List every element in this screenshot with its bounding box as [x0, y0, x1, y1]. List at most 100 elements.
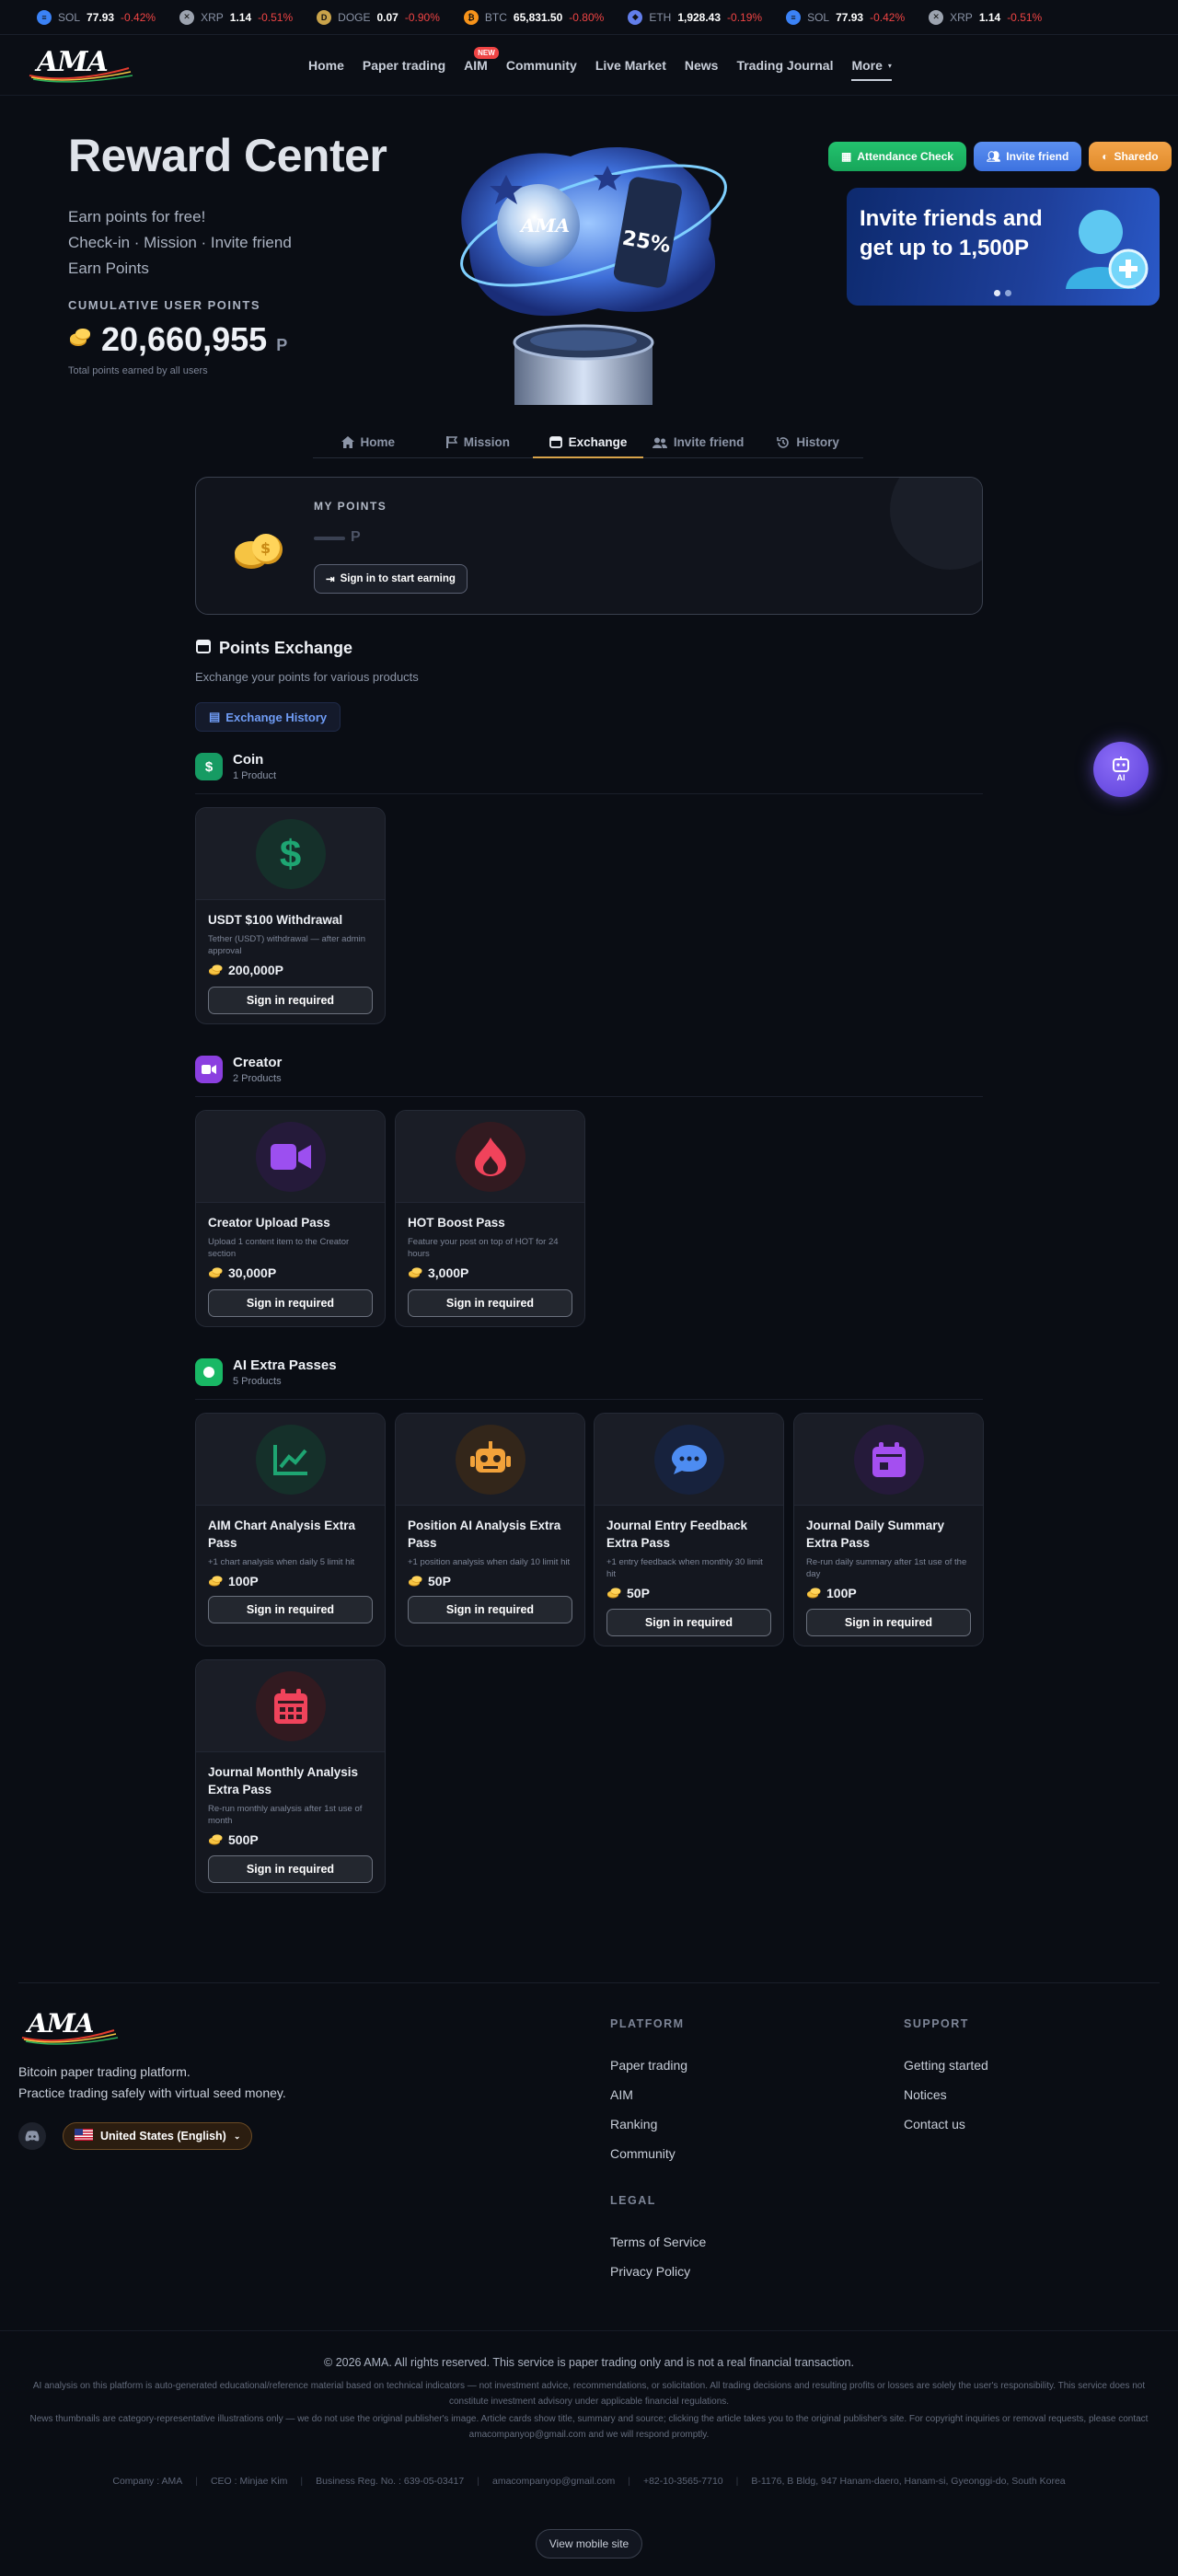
ticker-price: 1.14	[978, 10, 1001, 24]
footer-link-privacy-policy[interactable]: Privacy Policy	[610, 2264, 690, 2279]
product-price: 100P	[806, 1586, 971, 1600]
footer-legal-heading: LEGAL	[610, 2194, 656, 2207]
ticker-item[interactable]: ₿ BTC 65,831.50 -0.80%	[463, 9, 604, 25]
company-info-item: Company : AMA	[112, 2476, 183, 2487]
ai-assistant-label: AI	[1116, 773, 1126, 782]
nav-community[interactable]: Community	[506, 58, 577, 73]
product-card-position-ai[interactable]: Position AI Analysis Extra Pass +1 posit…	[395, 1413, 585, 1646]
tab-invite-friend[interactable]: Invite friend	[643, 427, 754, 457]
sign-in-button[interactable]: ⇥ Sign in to start earning	[314, 564, 468, 594]
ticker-item[interactable]: ≡ SOL 77.93 -0.42%	[37, 9, 156, 25]
ai-assistant-button[interactable]: AI	[1093, 742, 1149, 797]
nav-more[interactable]: More ▾	[851, 58, 892, 81]
ticker-price: 77.93	[836, 10, 864, 24]
calendar-grid-icon	[255, 1670, 326, 1741]
sign-in-required-button[interactable]: Sign in required	[408, 1596, 572, 1623]
view-mobile-site-button[interactable]: View mobile site	[536, 2529, 642, 2559]
footer-logo-text: AMA	[28, 2008, 94, 2039]
points-exchange-subtitle: Exchange your points for various product…	[195, 670, 419, 684]
eth-icon: ◆	[628, 9, 643, 25]
ticker-item[interactable]: ≡ SOL 77.93 -0.42%	[786, 9, 905, 25]
invite-friend-button[interactable]: 👥︎ Invite friend	[974, 142, 1082, 171]
footer-link-contact-us[interactable]: Contact us	[904, 2117, 965, 2131]
footer-link-paper-trading[interactable]: Paper trading	[610, 2058, 687, 2073]
xrp-icon: ✕	[929, 9, 944, 25]
footer-link-getting-started[interactable]: Getting started	[904, 2058, 988, 2073]
my-points-unit: P	[351, 529, 361, 545]
exchange-history-button[interactable]: ▤ Exchange History	[195, 702, 341, 732]
tab-mission[interactable]: Mission	[423, 427, 534, 457]
sol-icon: ≡	[37, 9, 52, 25]
nav-news[interactable]: News	[685, 58, 719, 73]
nav-trading-journal[interactable]: Trading Journal	[736, 58, 833, 73]
product-card-journal-entry[interactable]: Journal Entry Feedback Extra Pass +1 ent…	[594, 1413, 784, 1646]
banner-pagination[interactable]	[994, 290, 1011, 296]
store-icon	[549, 436, 562, 448]
footer-bottom-divider	[0, 2330, 1178, 2331]
product-title: Position AI Analysis Extra Pass	[408, 1519, 561, 1550]
footer-link-aim[interactable]: AIM	[610, 2087, 633, 2102]
ama-logo[interactable]: AMA	[26, 46, 134, 85]
footer-link-community[interactable]: Community	[610, 2146, 676, 2161]
card-decoration	[890, 478, 982, 570]
sharedo-button[interactable]: ◐ Sharedo	[1089, 142, 1172, 171]
attendance-check-button[interactable]: ▦ Attendance Check	[828, 142, 967, 171]
footer-link-notices[interactable]: Notices	[904, 2087, 947, 2102]
sign-in-required-button[interactable]: Sign in required	[208, 1289, 373, 1317]
product-card-journal-daily[interactable]: Journal Daily Summary Extra Pass Re-run …	[793, 1413, 984, 1646]
product-description: Re-run monthly analysis after 1st use of…	[208, 1804, 363, 1826]
nav-paper-trading[interactable]: Paper trading	[363, 58, 445, 73]
product-description: Re-run daily summary after 1st use of th…	[806, 1557, 967, 1579]
invite-banner[interactable]: Invite friends and get up to 1,500P	[847, 188, 1160, 306]
coin-icon	[408, 1576, 422, 1587]
product-card-aim-chart[interactable]: AIM Chart Analysis Extra Pass +1 chart a…	[195, 1413, 386, 1646]
tab-exchange[interactable]: Exchange	[533, 427, 643, 458]
sol-icon: ≡	[786, 9, 802, 25]
discord-icon[interactable]	[18, 2122, 46, 2150]
calendar-icon	[853, 1424, 924, 1495]
tab-home[interactable]: Home	[313, 427, 423, 457]
ticker-symbol: SOL	[58, 10, 81, 24]
nav-live-market[interactable]: Live Market	[595, 58, 666, 73]
product-card-hot-boost[interactable]: HOT Boost Pass Feature your post on top …	[395, 1110, 585, 1327]
language-selector[interactable]: United States (English) ⌄	[63, 2122, 253, 2150]
sign-in-required-button[interactable]: Sign in required	[208, 987, 373, 1014]
sharedo-label: Sharedo	[1114, 150, 1159, 163]
product-card-usdt[interactable]: $ USDT $100 Withdrawal Tether (USDT) wit…	[195, 807, 386, 1024]
product-description: Upload 1 content item to the Creator sec…	[208, 1237, 350, 1259]
my-points-card: $ MY POINTS P ⇥ Sign in to start earning	[195, 477, 983, 615]
ticker-item[interactable]: ✕ XRP 1.14 -0.51%	[929, 9, 1042, 25]
cumulative-points: 20,660,955 P	[68, 320, 287, 359]
nav-aim[interactable]: AIM NEW	[464, 47, 499, 73]
product-price: 100P	[208, 1574, 373, 1588]
tab-history[interactable]: History	[753, 427, 863, 457]
footer-tagline-1: Bitcoin paper trading platform.	[18, 2064, 191, 2079]
sign-in-required-button[interactable]: Sign in required	[208, 1596, 373, 1623]
sign-in-required-button[interactable]: Sign in required	[606, 1609, 771, 1636]
product-description: Feature your post on top of HOT for 24 h…	[408, 1237, 559, 1259]
nav-home[interactable]: Home	[308, 58, 344, 73]
sign-in-required-button[interactable]: Sign in required	[806, 1609, 971, 1636]
banner-dot[interactable]	[994, 290, 1000, 296]
login-icon: ⇥	[326, 574, 335, 585]
exchange-history-label: Exchange History	[225, 710, 328, 724]
ticker-symbol: XRP	[950, 10, 973, 24]
ticker-item[interactable]: ✕ XRP 1.14 -0.51%	[179, 9, 293, 25]
category-count: 1 Product	[233, 770, 277, 781]
sign-in-required-button[interactable]: Sign in required	[208, 1855, 373, 1883]
product-title: Journal Monthly Analysis Extra Pass	[208, 1765, 359, 1796]
footer-link-ranking[interactable]: Ranking	[610, 2117, 657, 2131]
banner-dot[interactable]	[1005, 290, 1011, 296]
product-card-creator-upload[interactable]: Creator Upload Pass Upload 1 content ite…	[195, 1110, 386, 1327]
sign-in-required-button[interactable]: Sign in required	[408, 1289, 572, 1317]
product-card-journal-monthly[interactable]: Journal Monthly Analysis Extra Pass Re-r…	[195, 1659, 386, 1893]
product-price-value: 500P	[228, 1832, 259, 1847]
users-icon: 👥︎	[987, 150, 1001, 163]
footer-logo[interactable]: AMA	[18, 2008, 120, 2045]
footer-link-terms-of-service[interactable]: Terms of Service	[610, 2235, 706, 2249]
separator: |	[628, 2476, 630, 2487]
ticker-item[interactable]: ◆ ETH 1,928.43 -0.19%	[628, 9, 762, 25]
ticker-item[interactable]: D DOGE 0.07 -0.90%	[317, 9, 440, 25]
separator: |	[195, 2476, 198, 2487]
product-price-value: 30,000P	[228, 1265, 277, 1280]
